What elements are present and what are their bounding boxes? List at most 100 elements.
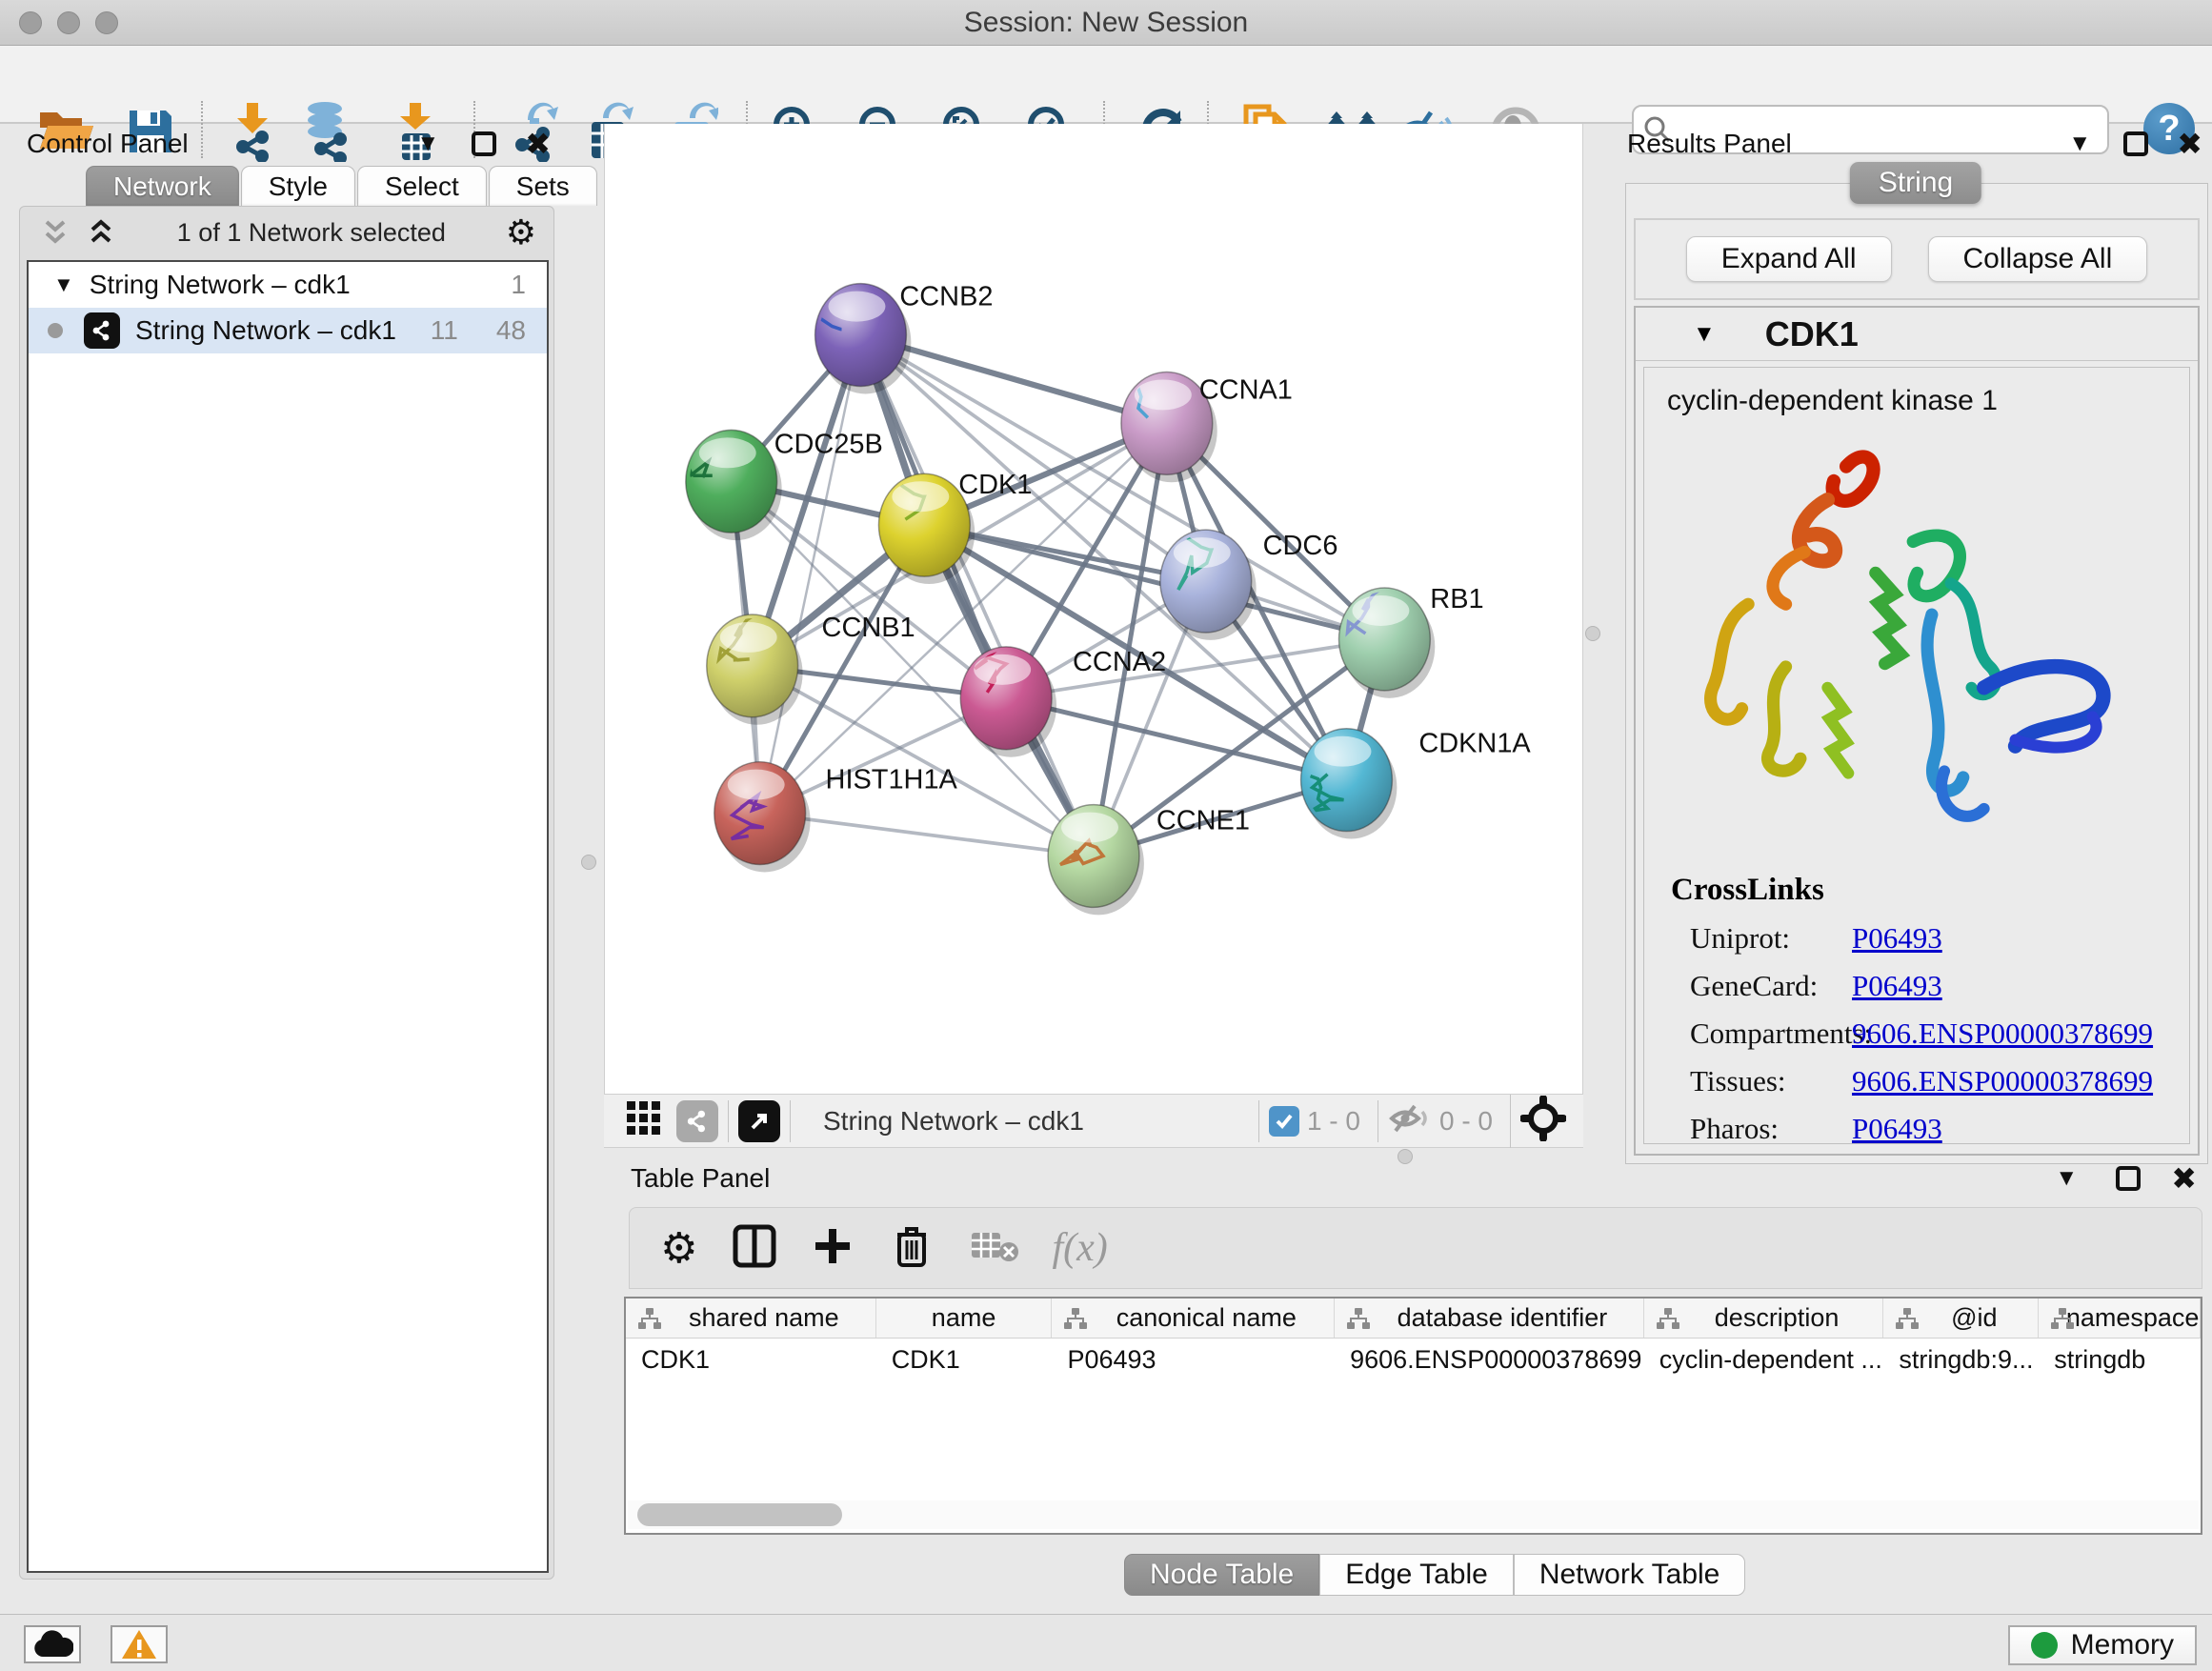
table-cell[interactable]: CDK1 — [626, 1339, 876, 1380]
table-cell[interactable]: 9606.ENSP00000378699 — [1335, 1339, 1644, 1380]
splitter-handle[interactable] — [1398, 1149, 1413, 1164]
table-cell[interactable]: stringdb:9... — [1883, 1339, 2039, 1380]
column-header--id[interactable]: @id — [1883, 1299, 2039, 1338]
network-node-RB1[interactable] — [1338, 570, 1435, 698]
table-panel-title: Table Panel — [631, 1163, 770, 1194]
network-current-dot-icon — [48, 323, 63, 338]
close-panel-icon[interactable]: ✖ — [2177, 129, 2202, 159]
tab-style[interactable]: Style — [241, 166, 355, 206]
tree-expand-icon[interactable]: ▼ — [53, 272, 74, 297]
expand-all-icon[interactable] — [85, 216, 117, 249]
network-collection-row[interactable]: ▼ String Network – cdk1 1 — [29, 262, 547, 308]
node-count: 11 — [431, 315, 458, 346]
crosslink-link[interactable]: P06493 — [1852, 921, 1942, 956]
tab-select[interactable]: Select — [357, 166, 487, 206]
crosslink-label: Pharos: — [1690, 1112, 1852, 1146]
tab-sets[interactable]: Sets — [489, 166, 597, 206]
show-columns-icon[interactable] — [732, 1223, 777, 1274]
collapse-all-button[interactable]: Collapse All — [1928, 236, 2148, 282]
function-builder-icon[interactable]: f(x) — [1052, 1225, 1107, 1271]
gear-icon[interactable]: ⚙ — [506, 212, 536, 252]
add-column-icon[interactable] — [812, 1225, 854, 1272]
horizontal-scrollbar[interactable] — [628, 1500, 2199, 1529]
network-node-CCNA2[interactable] — [960, 644, 1056, 757]
network-row[interactable]: String Network – cdk1 11 48 — [29, 308, 547, 353]
network-node-CCNE1[interactable] — [1048, 805, 1144, 916]
float-panel-icon[interactable] — [2123, 131, 2148, 156]
network-view-title: String Network – cdk1 — [823, 1106, 1084, 1137]
crosslink-link[interactable]: 9606.ENSP00000378699 — [1852, 1017, 2153, 1051]
network-canvas[interactable]: CCNB2CCNA1CDC25BCDK1CDC6RB1CCNB1CCNA2CDK… — [604, 124, 1583, 1094]
float-panel-icon[interactable] — [2116, 1166, 2141, 1191]
delete-table-icon[interactable] — [970, 1229, 1019, 1268]
splitter-handle[interactable] — [581, 855, 596, 870]
crosslink-link[interactable]: P06493 — [1852, 1112, 1942, 1146]
network-label: String Network – cdk1 — [135, 315, 396, 346]
splitter-handle[interactable] — [1585, 626, 1600, 641]
delete-column-icon[interactable] — [892, 1223, 932, 1274]
network-graph[interactable]: CCNB2CCNA1CDC25BCDK1CDC6RB1CCNB1CCNA2CDK… — [605, 124, 1582, 1094]
tab-network[interactable]: Network — [86, 166, 239, 206]
table-row[interactable]: CDK1CDK1P064939606.ENSP00000378699cyclin… — [626, 1339, 2201, 1380]
warnings-button[interactable] — [111, 1625, 168, 1663]
network-share-icon[interactable] — [676, 1100, 718, 1142]
cloud-icon — [31, 1630, 73, 1659]
detach-view-icon[interactable] — [738, 1100, 780, 1142]
crosslink-link[interactable]: 9606.ENSP00000378699 — [1852, 1064, 2153, 1098]
collapse-all-icon[interactable] — [39, 216, 71, 249]
grid-view-icon[interactable] — [625, 1099, 663, 1142]
expand-all-button[interactable]: Expand All — [1686, 236, 1892, 282]
collapse-panel-icon[interactable]: ▼ — [2055, 1165, 2078, 1192]
control-panel-tabs: Network Style Select Sets — [86, 166, 599, 206]
node-label-RB1: RB1 — [1430, 584, 1483, 614]
selected-checkbox-icon[interactable] — [1269, 1106, 1299, 1137]
node-label-CCNE1: CCNE1 — [1156, 806, 1250, 836]
network-node-CCNB2[interactable] — [804, 284, 912, 394]
network-node-CCNA1[interactable] — [1068, 372, 1217, 482]
results-panel: Results Panel ▼ ✖ String Expand All Coll… — [1619, 124, 2212, 1158]
entry-gene-name: CDK1 — [1765, 314, 1859, 354]
table-cell[interactable]: CDK1 — [876, 1339, 1053, 1380]
network-node-CDKN1A[interactable] — [1301, 729, 1398, 839]
network-node-CDC25B[interactable] — [661, 430, 782, 540]
title-bar: Session: New Session — [0, 0, 2212, 46]
table-gear-icon[interactable]: ⚙ — [660, 1224, 697, 1273]
tab-network-table[interactable]: Network Table — [1514, 1554, 1746, 1596]
crosslinks-title: CrossLinks — [1671, 873, 2189, 908]
collapse-panel-icon[interactable]: ▼ — [2068, 131, 2091, 157]
memory-status-dot-icon — [2031, 1632, 2058, 1659]
tab-edge-table[interactable]: Edge Table — [1319, 1554, 1514, 1596]
cloud-button[interactable] — [24, 1625, 81, 1663]
float-panel-icon[interactable] — [472, 131, 496, 156]
node-label-CCNA1: CCNA1 — [1199, 374, 1293, 405]
warning-icon — [120, 1628, 158, 1661]
scrollbar-thumb[interactable] — [637, 1503, 842, 1526]
column-header-canonical-name[interactable]: canonical name — [1052, 1299, 1335, 1338]
collapse-panel-icon[interactable]: ▼ — [416, 131, 439, 157]
tab-node-table[interactable]: Node Table — [1124, 1554, 1319, 1596]
network-node-CCNB1[interactable] — [707, 614, 803, 725]
birds-eye-view-icon[interactable] — [1520, 1096, 1566, 1146]
crosslink-link[interactable]: P06493 — [1852, 969, 1942, 1003]
crosslink-label: Compartments: — [1690, 1017, 1852, 1051]
string-network-icon — [84, 312, 120, 349]
close-panel-icon[interactable]: ✖ — [2171, 1163, 2197, 1194]
close-panel-icon[interactable]: ✖ — [525, 129, 551, 159]
node-table-header: shared namenamecanonical namedatabase id… — [626, 1299, 2201, 1339]
results-tab-string[interactable]: String — [1850, 162, 1981, 204]
column-header-shared-name[interactable]: shared name — [626, 1299, 876, 1338]
column-header-description[interactable]: description — [1644, 1299, 1884, 1338]
hidden-count: 0 - 0 — [1439, 1106, 1493, 1137]
edge-count: 48 — [496, 315, 526, 346]
table-cell[interactable]: P06493 — [1052, 1339, 1335, 1380]
column-header-database-identifier[interactable]: database identifier — [1335, 1299, 1644, 1338]
entry-collapse-icon[interactable]: ▼ — [1693, 321, 1716, 348]
hidden-eye-icon[interactable] — [1388, 1102, 1432, 1139]
memory-button[interactable]: Memory — [2008, 1625, 2197, 1665]
crosslink-row: Tissues:9606.ENSP00000378699 — [1690, 1064, 2189, 1098]
column-header-name[interactable]: name — [876, 1299, 1053, 1338]
column-header-namespace[interactable]: namespace — [2039, 1299, 2201, 1338]
table-cell[interactable]: stringdb — [2039, 1339, 2201, 1380]
table-cell[interactable]: cyclin-dependent ... — [1644, 1339, 1884, 1380]
node-label-CDC6: CDC6 — [1263, 531, 1338, 561]
